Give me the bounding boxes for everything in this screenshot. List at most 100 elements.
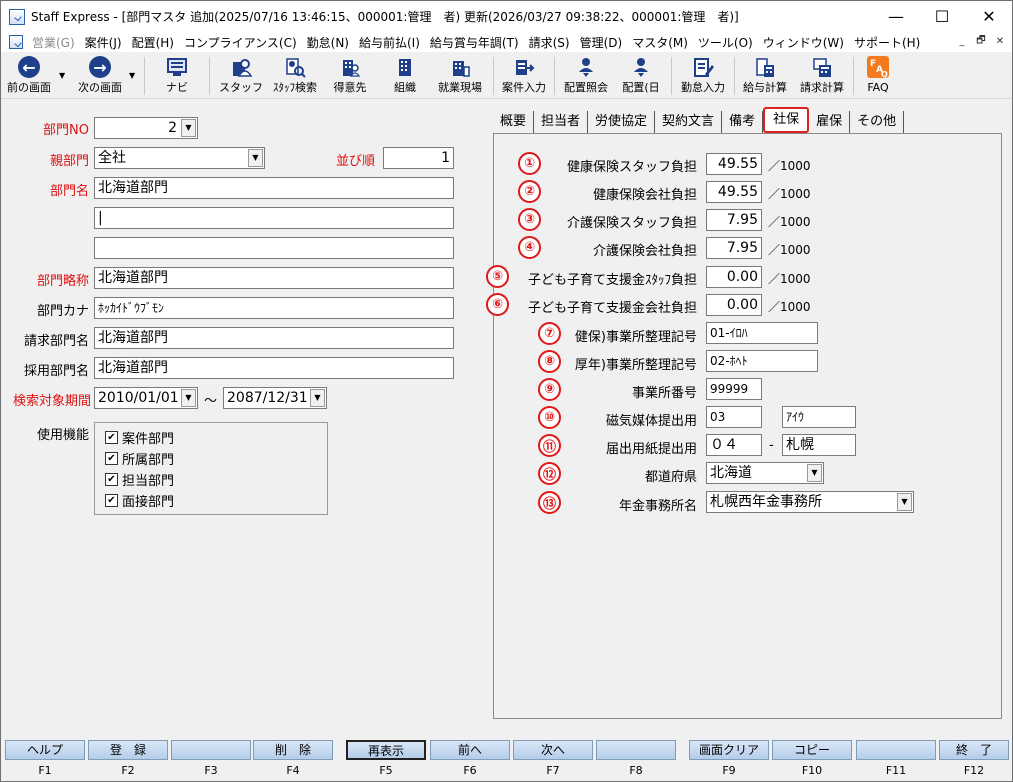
menu-admin[interactable]: 管理(D): [575, 34, 628, 51]
menu-advance-pay[interactable]: 給与前払(I): [354, 34, 425, 51]
help-button[interactable]: ヘルプ: [5, 740, 85, 760]
care-staff-input[interactable]: 7.95: [706, 209, 762, 231]
tab-contract-wording[interactable]: 契約文言: [655, 111, 723, 133]
dept-kana-input[interactable]: ﾎｯｶｲﾄﾞｳﾌﾞﾓﾝ: [94, 297, 454, 319]
dept-name-input[interactable]: 北海道部門: [94, 177, 454, 199]
tab-person-in-charge[interactable]: 担当者: [534, 111, 589, 133]
client-button[interactable]: 得意先: [329, 55, 371, 97]
menu-payroll[interactable]: 給与賞与年調(T): [425, 34, 524, 51]
tab-employment-insurance[interactable]: 雇保: [809, 111, 851, 133]
attendance-entry-button[interactable]: 勤怠入力: [677, 55, 729, 97]
f11-label: F11: [885, 764, 907, 777]
maximize-button[interactable]: ☐: [919, 1, 965, 32]
billing-dept-input[interactable]: 北海道部門: [94, 327, 454, 349]
next-screen-button[interactable]: → 次の画面: [75, 55, 125, 97]
magnetic-media-kana-input[interactable]: ｱｲｳ: [782, 406, 856, 428]
paper-form-code-input[interactable]: ０４: [706, 434, 762, 456]
tab-labor-agreement[interactable]: 労使協定: [588, 111, 656, 133]
mdi-close-button[interactable]: ✕: [992, 34, 1008, 49]
tab-other[interactable]: その他: [850, 111, 905, 133]
menu-compliance[interactable]: コンプライアンス(C): [179, 34, 302, 51]
menu-master[interactable]: マスタ(M): [627, 34, 693, 51]
paper-form-city-input[interactable]: 札幌: [782, 434, 856, 456]
prev-screen-button[interactable]: ← 前の画面: [5, 55, 53, 97]
order-input[interactable]: 1: [383, 147, 454, 169]
mdi-minimize-button[interactable]: _: [954, 34, 970, 49]
health-staff-input[interactable]: 49.55: [706, 153, 762, 175]
hiring-dept-input[interactable]: 北海道部門: [94, 357, 454, 379]
function-belong-checkbox[interactable]: ✔ 所属部門: [105, 449, 174, 468]
office-number-input[interactable]: 99999: [706, 378, 762, 400]
clear-screen-button[interactable]: 画面クリア: [689, 740, 769, 760]
care-company-input[interactable]: 7.95: [706, 237, 762, 259]
tab-social-insurance[interactable]: 社保: [763, 107, 810, 133]
job-entry-label: 案件入力: [502, 81, 546, 94]
next-button[interactable]: 次へ: [513, 740, 593, 760]
menu-assign[interactable]: 配置(H): [127, 34, 179, 51]
child-support-company-input[interactable]: 0.00: [706, 294, 762, 316]
f8-button[interactable]: [596, 740, 676, 760]
staff-button[interactable]: スタッフ: [219, 55, 263, 97]
menu-support[interactable]: サポート(H): [849, 34, 925, 51]
billing-calc-button[interactable]: 請求計算: [796, 55, 848, 97]
pension-office-dropdown-icon[interactable]: ▼: [897, 493, 912, 511]
menu-window[interactable]: ウィンドウ(W): [758, 34, 849, 51]
job-entry-button[interactable]: 案件入力: [498, 55, 550, 97]
dept-no-dropdown-icon[interactable]: ▼: [181, 119, 196, 137]
dept-name-line3-input[interactable]: [94, 237, 454, 259]
minimize-button[interactable]: —: [873, 1, 919, 32]
payroll-calc-button[interactable]: 給与計算: [739, 55, 791, 97]
staff-search-button[interactable]: ｽﾀｯﾌ検索: [269, 55, 321, 97]
care-staff-label: 介護保険スタッフ負担: [566, 216, 697, 231]
faq-button[interactable]: FAQ FAQ: [861, 55, 895, 97]
period-to-dropdown-icon[interactable]: ▼: [310, 389, 325, 407]
menu-tools[interactable]: ツール(O): [693, 34, 758, 51]
assign-day-button[interactable]: 配置(日: [619, 55, 663, 97]
menu-sales[interactable]: 営業(G): [27, 34, 80, 51]
prefecture-dropdown-icon[interactable]: ▼: [807, 464, 822, 482]
redisplay-button[interactable]: 再表示: [346, 740, 426, 760]
dept-abbr-input[interactable]: 北海道部門: [94, 267, 454, 289]
child-support-staff-input[interactable]: 0.00: [706, 266, 762, 288]
function-charge-checkbox[interactable]: ✔ 担当部門: [105, 470, 174, 489]
exit-button[interactable]: 終 了: [939, 740, 1009, 760]
dept-name-line2-input[interactable]: |: [94, 207, 454, 229]
menu-job[interactable]: 案件(J): [80, 34, 127, 51]
period-from-dropdown-icon[interactable]: ▼: [181, 389, 196, 407]
tab-overview[interactable]: 概要: [493, 111, 535, 133]
organization-button[interactable]: 組織: [385, 55, 425, 97]
next-dropdown-icon[interactable]: ▼: [129, 71, 135, 80]
parent-dept-select[interactable]: 全社 ▼: [94, 147, 265, 169]
tab-remarks[interactable]: 備考: [722, 111, 764, 133]
magnetic-media-code-input[interactable]: 03: [706, 406, 762, 428]
health-company-input[interactable]: 49.55: [706, 181, 762, 203]
navi-button[interactable]: ナビ: [159, 55, 195, 97]
prefecture-select[interactable]: 北海道 ▼: [706, 462, 824, 484]
f10-label: F10: [801, 764, 823, 777]
worksite-button[interactable]: 就業現場: [435, 55, 485, 97]
period-to-select[interactable]: 2087/12/31 ▼: [223, 387, 327, 409]
function-interview-checkbox[interactable]: ✔ 面接部門: [105, 491, 174, 510]
f11-button[interactable]: [856, 740, 936, 760]
assign-inquiry-button[interactable]: 配置照会: [560, 55, 612, 97]
dept-no-select[interactable]: 2 ▼: [94, 117, 198, 139]
menu-billing[interactable]: 請求(S): [524, 34, 575, 51]
period-from-select[interactable]: 2010/01/01 ▼: [94, 387, 198, 409]
menu-app-icon[interactable]: [9, 35, 23, 49]
period-tilde: ～: [204, 394, 218, 409]
pension-office-code-input[interactable]: 02-ﾎﾍﾄ: [706, 350, 818, 372]
mdi-restore-button[interactable]: 🗗: [973, 34, 989, 49]
previous-button[interactable]: 前へ: [430, 740, 510, 760]
health-office-code-input[interactable]: 01-ｲﾛﾊ: [706, 322, 818, 344]
menu-attendance[interactable]: 勤怠(N): [302, 34, 354, 51]
close-button[interactable]: ✕: [966, 1, 1012, 32]
arrow-right-icon: →: [89, 56, 111, 78]
copy-button[interactable]: コピー: [772, 740, 852, 760]
parent-dept-dropdown-icon[interactable]: ▼: [248, 149, 263, 167]
register-button[interactable]: 登 録: [88, 740, 168, 760]
prev-dropdown-icon[interactable]: ▼: [59, 71, 65, 80]
f3-button[interactable]: [171, 740, 251, 760]
pension-office-select[interactable]: 札幌西年金事務所 ▼: [706, 491, 914, 513]
delete-button[interactable]: 削 除: [253, 740, 333, 760]
function-job-checkbox[interactable]: ✔ 案件部門: [105, 428, 174, 447]
